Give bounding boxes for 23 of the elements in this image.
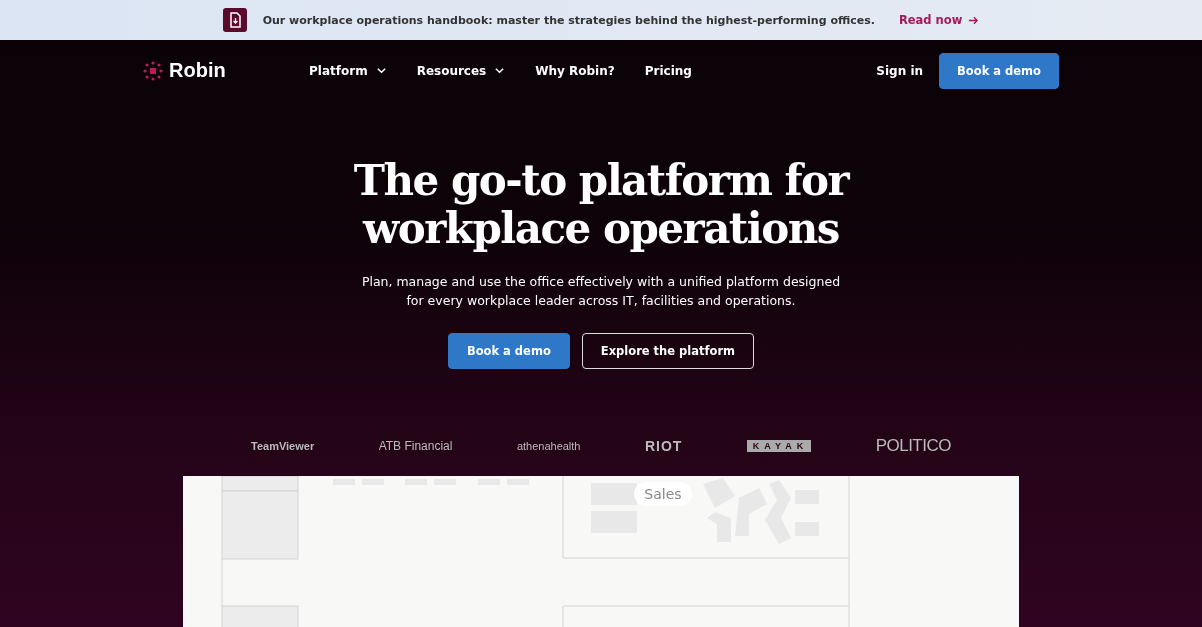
read-now-link[interactable]: Read now: [898, 13, 980, 27]
room-label: Sales: [644, 486, 682, 503]
explore-platform-button[interactable]: Explore the platform: [581, 333, 755, 370]
book-demo-button[interactable]: Book a demo: [939, 52, 1059, 89]
customer-logo: athenahealth: [516, 440, 581, 453]
announcement-text: Our workplace operations handbook: master the strategies behind the highest-performing offices.: [262, 13, 875, 27]
customer-logo: RIOT: [644, 438, 683, 455]
hero-title: The go-to platform for workplace operations: [353, 157, 849, 254]
customer-logo: TeamViewer: [251, 440, 315, 453]
hero-subtitle: Plan, manage and use the office effectively with a unified platform designed for every workplace leader across IT, facilities and operations.: [361, 273, 841, 311]
nav-link[interactable]: Platform: [309, 63, 387, 78]
nav-link[interactable]: Pricing: [644, 63, 692, 78]
document-icon: [222, 8, 247, 32]
book-demo-button[interactable]: Book a demo: [447, 333, 570, 370]
customer-logo: KAYAK: [746, 440, 812, 453]
arrow-right-icon[interactable]: [968, 14, 980, 26]
customer-logo: ATB Financial: [378, 439, 453, 454]
brand-name[interactable]: Robin: [169, 59, 226, 83]
robin-logo-icon[interactable]: [143, 60, 163, 81]
customer-logo: POLITICO: [875, 436, 951, 457]
nav-link[interactable]: Why Robin?: [535, 63, 615, 78]
nav-link[interactable]: Resources: [416, 63, 506, 78]
sign-in-link[interactable]: Sign in: [876, 63, 924, 78]
